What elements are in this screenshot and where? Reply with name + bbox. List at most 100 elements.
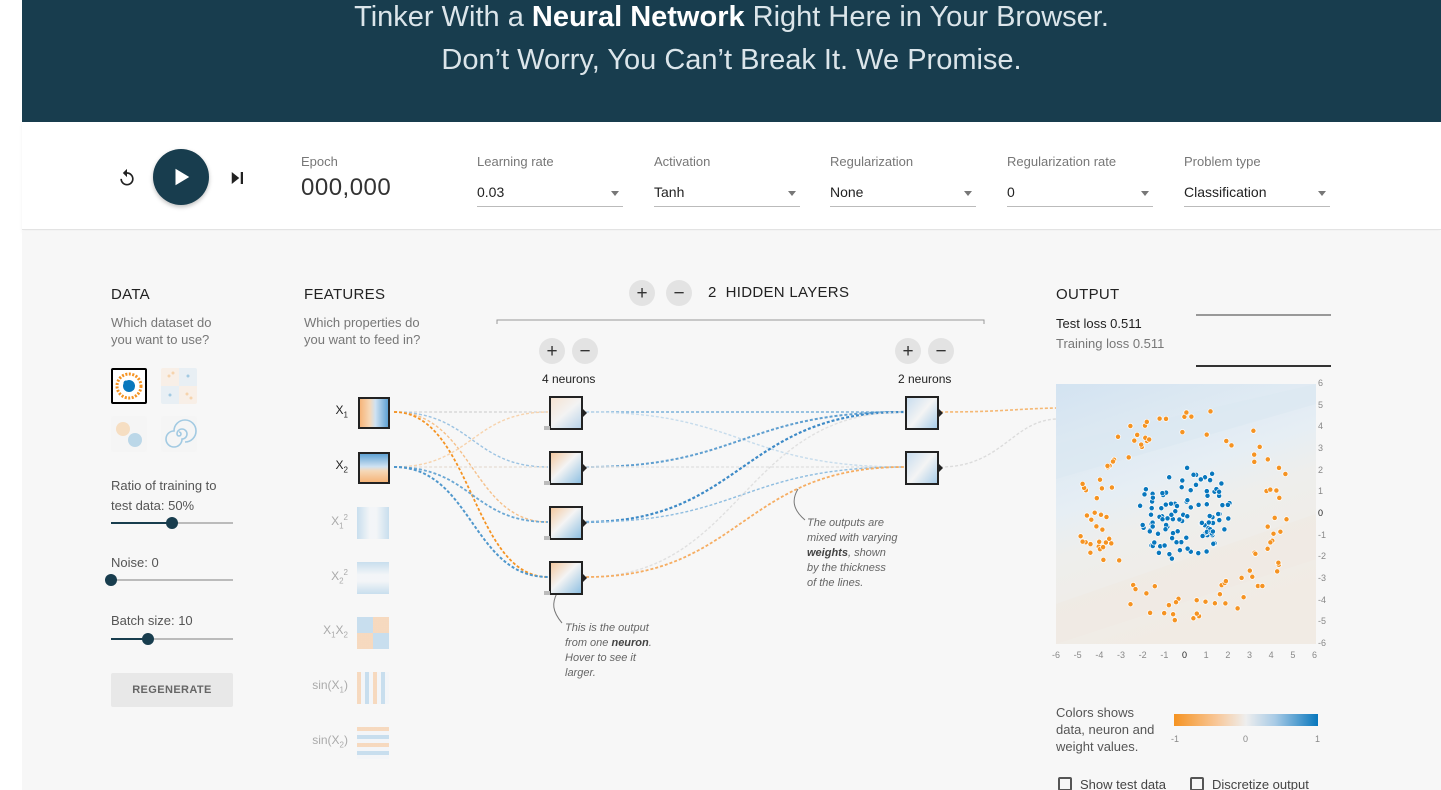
layer2-remove-neuron-button[interactable]: − bbox=[928, 338, 954, 364]
x-tick: 5 bbox=[1290, 650, 1296, 660]
decision-boundary-plot bbox=[1056, 384, 1316, 644]
y-tick: -6 bbox=[1318, 638, 1327, 648]
data-point bbox=[1143, 418, 1150, 425]
feature-x1-label: X1 bbox=[335, 403, 348, 420]
data-point bbox=[1190, 471, 1197, 478]
layer2-add-neuron-button[interactable]: + bbox=[895, 338, 921, 364]
activation-select[interactable]: Tanh bbox=[654, 177, 800, 207]
y-tick: 4 bbox=[1318, 421, 1324, 432]
x-tick: 4 bbox=[1268, 650, 1274, 660]
data-point bbox=[1179, 429, 1186, 436]
data-point bbox=[1256, 443, 1263, 450]
data-point bbox=[1162, 501, 1169, 508]
data-point bbox=[1193, 597, 1200, 604]
plus-icon: + bbox=[546, 340, 558, 362]
y-tick: -1 bbox=[1318, 529, 1327, 540]
data-point bbox=[1146, 436, 1153, 443]
dropdown-caret-icon bbox=[1318, 191, 1326, 196]
data-point bbox=[1168, 500, 1174, 507]
neuron-l1-3[interactable] bbox=[544, 506, 587, 540]
feature-x2-label: X2 bbox=[335, 458, 348, 475]
data-point bbox=[1271, 514, 1278, 521]
feature-x1x2[interactable] bbox=[357, 617, 389, 649]
layer1-neuron-count: 4 neurons bbox=[542, 372, 596, 386]
data-point bbox=[1168, 511, 1175, 518]
output-heatmap[interactable] bbox=[1056, 384, 1316, 644]
neuron-l1-4[interactable] bbox=[544, 561, 587, 595]
feature-x2[interactable] bbox=[358, 452, 390, 484]
neuron-l2-1[interactable] bbox=[905, 396, 943, 430]
y-tick: 5 bbox=[1318, 399, 1324, 410]
bias-indicator[interactable] bbox=[544, 591, 550, 595]
data-point bbox=[1161, 542, 1168, 549]
show-test-data-checkbox[interactable] bbox=[1058, 777, 1072, 790]
step-button[interactable] bbox=[224, 165, 250, 191]
data-point bbox=[1148, 511, 1154, 518]
data-point bbox=[1141, 491, 1148, 498]
layer1-add-neuron-button[interactable]: + bbox=[539, 338, 565, 364]
data-point bbox=[1100, 544, 1107, 551]
data-point bbox=[1093, 523, 1100, 530]
data-point bbox=[1252, 550, 1259, 557]
y-tick: -2 bbox=[1318, 551, 1327, 562]
x-tick: -5 bbox=[1073, 650, 1082, 660]
data-point bbox=[1184, 545, 1191, 552]
x-tick: 1 bbox=[1203, 650, 1209, 660]
data-point bbox=[1131, 437, 1138, 444]
bias-indicator[interactable] bbox=[544, 426, 550, 430]
layer2-neuron-count: 2 neurons bbox=[898, 372, 952, 386]
feature-sin-x2[interactable] bbox=[357, 727, 389, 759]
layer1-remove-neuron-button[interactable]: − bbox=[572, 338, 598, 364]
data-point bbox=[1240, 594, 1247, 601]
feature-x1[interactable] bbox=[358, 397, 390, 429]
data-point bbox=[1096, 538, 1103, 545]
neuron-l1-1[interactable] bbox=[544, 396, 587, 430]
minus-icon: − bbox=[673, 282, 685, 304]
data-point bbox=[1277, 528, 1284, 535]
play-icon bbox=[175, 168, 190, 186]
regularization-select[interactable]: None bbox=[830, 177, 976, 207]
data-point bbox=[1219, 502, 1226, 509]
data-point bbox=[1259, 583, 1266, 589]
learning-rate-select[interactable]: 0.03 bbox=[477, 177, 623, 207]
bias-indicator[interactable] bbox=[544, 536, 550, 540]
dropdown-caret-icon bbox=[788, 191, 796, 196]
x-tick: -3 bbox=[1117, 650, 1126, 660]
remove-layer-button[interactable]: − bbox=[666, 280, 692, 306]
minus-icon: − bbox=[935, 340, 947, 362]
data-point bbox=[1204, 492, 1211, 499]
data-point bbox=[1125, 454, 1132, 461]
data-point bbox=[1195, 550, 1202, 557]
data-point bbox=[1077, 533, 1084, 540]
data-point bbox=[1184, 497, 1191, 504]
bias-indicator[interactable] bbox=[544, 481, 550, 485]
problem-type-label: Problem type bbox=[1184, 154, 1261, 169]
regularization-rate-select[interactable]: 0 bbox=[1007, 177, 1153, 207]
reset-button[interactable] bbox=[114, 165, 140, 191]
training-loss: Training loss 0.511 bbox=[1056, 336, 1165, 351]
discretize-output-checkbox[interactable] bbox=[1190, 777, 1204, 790]
feature-x1-squared[interactable] bbox=[357, 507, 389, 539]
header-highlight: Neural Network bbox=[531, 1, 745, 33]
feature-sin-x1[interactable] bbox=[357, 672, 389, 704]
plus-icon: + bbox=[902, 340, 914, 362]
play-pause-button[interactable] bbox=[153, 149, 209, 205]
neuron-l2-2[interactable] bbox=[905, 451, 943, 485]
data-point bbox=[1159, 516, 1166, 523]
x-tick: 6 bbox=[1312, 650, 1318, 660]
data-point bbox=[1099, 526, 1106, 533]
data-point bbox=[1264, 456, 1271, 463]
neuron-l1-2[interactable] bbox=[544, 451, 587, 485]
problem-type-select[interactable]: Classification bbox=[1184, 177, 1330, 207]
x-tick: 3 bbox=[1247, 650, 1253, 660]
epoch-counter: 000,000 bbox=[301, 174, 392, 201]
add-layer-button[interactable]: + bbox=[629, 280, 655, 306]
x-tick: 2 bbox=[1225, 650, 1231, 660]
data-point bbox=[1198, 519, 1205, 526]
data-point bbox=[1273, 487, 1280, 494]
data-point bbox=[1127, 601, 1134, 608]
feature-sin-x2-label: sin(X2) bbox=[312, 733, 348, 750]
y-tick: 3 bbox=[1318, 443, 1324, 453]
data-point bbox=[1115, 433, 1121, 440]
feature-x2-squared[interactable] bbox=[357, 562, 389, 594]
